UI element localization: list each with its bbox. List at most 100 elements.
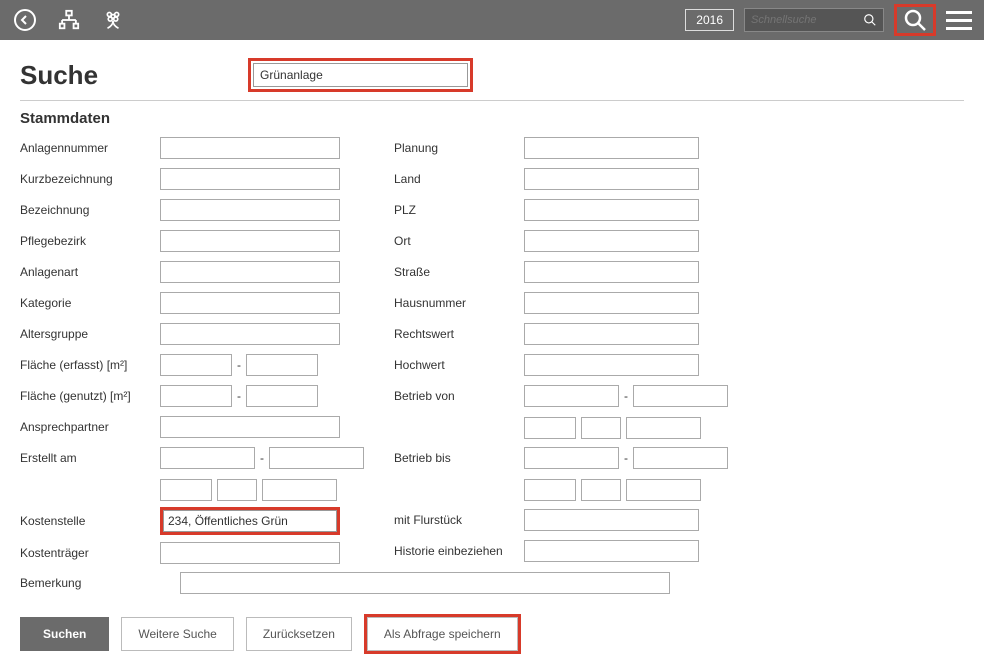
betrieb-von-dd3[interactable] — [626, 417, 701, 439]
ort-input[interactable] — [524, 230, 699, 252]
label-kostentraeger: Kostenträger — [20, 546, 160, 560]
label-ort: Ort — [394, 234, 524, 248]
betrieb-bis-dd3[interactable] — [626, 479, 701, 501]
label-rechtswert: Rechtswert — [394, 327, 524, 341]
label-kostenstelle: Kostenstelle — [20, 514, 160, 528]
magnifier-icon — [903, 8, 927, 32]
flaeche-erfasst-from[interactable] — [160, 354, 232, 376]
kurzbezeichnung-input[interactable] — [160, 168, 340, 190]
sitemap-icon[interactable] — [56, 7, 82, 33]
label-hausnummer: Hausnummer — [394, 296, 524, 310]
erstellt-dd1[interactable] — [160, 479, 212, 501]
calendar-icon — [600, 451, 614, 465]
kostenstelle-value: 234, Öffentliches Grün — [168, 514, 288, 528]
collapse-page-icon[interactable] — [946, 66, 964, 84]
label-anlagennummer: Anlagennummer — [20, 141, 160, 155]
betrieb-bis-to[interactable] — [633, 447, 728, 469]
flaeche-erfasst-to[interactable] — [246, 354, 318, 376]
weitere-suche-button[interactable]: Weitere Suche — [121, 617, 234, 651]
kostenstelle-picker[interactable]: 234, Öffentliches Grün — [163, 510, 337, 532]
historie-dropdown[interactable] — [524, 540, 699, 562]
label-altersgruppe: Altersgruppe — [20, 327, 160, 341]
calendar-icon — [709, 389, 723, 403]
plz-input[interactable] — [524, 199, 699, 221]
ansprechpartner-picker[interactable] — [160, 416, 340, 438]
label-kurzbezeichnung: Kurzbezeichnung — [20, 172, 160, 186]
chevron-right-icon — [325, 422, 335, 432]
flower-icon[interactable] — [100, 7, 126, 33]
erstellt-am-to[interactable] — [269, 447, 364, 469]
section-gear-icon[interactable] — [240, 107, 262, 129]
als-abfrage-speichern-highlight: Als Abfrage speichern — [364, 614, 521, 654]
calendar-icon — [709, 451, 723, 465]
flaeche-genutzt-to[interactable] — [246, 385, 318, 407]
anlagennummer-input[interactable] — [160, 137, 340, 159]
quicksearch-icon[interactable] — [863, 13, 877, 27]
betrieb-von-to[interactable] — [633, 385, 728, 407]
label-bemerkung: Bemerkung — [20, 576, 180, 590]
altersgruppe-picker[interactable] — [160, 323, 340, 345]
planung-picker[interactable] — [524, 137, 699, 159]
chevron-down-icon — [322, 485, 332, 495]
betrieb-von-dd1[interactable] — [524, 417, 576, 439]
label-pflegebezirk: Pflegebezirk — [20, 234, 160, 248]
betrieb-bis-dd1[interactable] — [524, 479, 576, 501]
betrieb-von-dd2[interactable] — [581, 417, 621, 439]
label-plz: PLZ — [394, 203, 524, 217]
label-anlagenart: Anlagenart — [20, 265, 160, 279]
erstellt-dd2[interactable] — [217, 479, 257, 501]
zuruecksetzen-button[interactable]: Zurücksetzen — [246, 617, 352, 651]
back-icon[interactable] — [12, 7, 38, 33]
chevron-down-icon — [449, 69, 461, 81]
land-input[interactable] — [524, 168, 699, 190]
chevron-down-icon — [684, 515, 694, 525]
label-erstellt-am: Erstellt am — [20, 451, 160, 465]
betrieb-bis-dd2[interactable] — [581, 479, 621, 501]
form-left-column: Anlagennummer Kurzbezeichnung Bezeichnun… — [20, 135, 364, 566]
topbar: 2016 — [0, 0, 984, 40]
range-dash: - — [260, 451, 264, 465]
chevron-down-icon — [561, 423, 571, 433]
year-indicator[interactable]: 2016 — [685, 9, 734, 31]
quicksearch-box[interactable] — [744, 8, 884, 32]
anlagenart-picker[interactable] — [160, 261, 340, 283]
flaeche-genutzt-from[interactable] — [160, 385, 232, 407]
label-planung: Planung — [394, 141, 524, 155]
erstellt-am-from[interactable] — [160, 447, 255, 469]
hochwert-input[interactable] — [524, 354, 699, 376]
chevron-right-icon — [325, 236, 335, 246]
strasse-input[interactable] — [524, 261, 699, 283]
betrieb-bis-from[interactable] — [524, 447, 619, 469]
quicksearch-input[interactable] — [751, 14, 863, 26]
mit-flurstueck-dropdown[interactable] — [524, 509, 699, 531]
chevron-right-icon — [322, 516, 332, 526]
bemerkung-input[interactable] — [180, 572, 670, 594]
collapse-section-icon[interactable] — [946, 109, 964, 127]
bezeichnung-input[interactable] — [160, 199, 340, 221]
chevron-right-icon — [684, 143, 694, 153]
range-dash: - — [237, 358, 241, 372]
entity-type-dropdown[interactable]: Grünanlage — [253, 63, 468, 87]
hausnummer-input[interactable] — [524, 292, 699, 314]
gear-icon[interactable] — [483, 64, 505, 86]
betrieb-von-from[interactable] — [524, 385, 619, 407]
pflegebezirk-picker[interactable] — [160, 230, 340, 252]
label-historie: Historie einbeziehen — [394, 544, 524, 558]
menu-button[interactable] — [946, 11, 972, 30]
range-dash: - — [624, 451, 628, 465]
chevron-right-icon — [325, 267, 335, 277]
kategorie-picker[interactable] — [160, 292, 340, 314]
label-ansprechpartner: Ansprechpartner — [20, 420, 160, 434]
entity-type-value: Grünanlage — [260, 68, 323, 82]
chevron-down-icon — [197, 485, 207, 495]
chevron-right-icon — [325, 298, 335, 308]
advanced-search-button[interactable] — [894, 4, 936, 36]
rechtswert-input[interactable] — [524, 323, 699, 345]
kostentraeger-picker[interactable] — [160, 542, 340, 564]
form-right-column: Planung Land PLZ Ort Straße Hausnummer R… — [394, 135, 728, 566]
chevron-down-icon — [684, 546, 694, 556]
erstellt-dd3[interactable] — [262, 479, 337, 501]
als-abfrage-speichern-button[interactable]: Als Abfrage speichern — [367, 617, 518, 651]
suchen-button[interactable]: Suchen — [20, 617, 109, 651]
kostenstelle-highlight: 234, Öffentliches Grün — [160, 507, 340, 535]
